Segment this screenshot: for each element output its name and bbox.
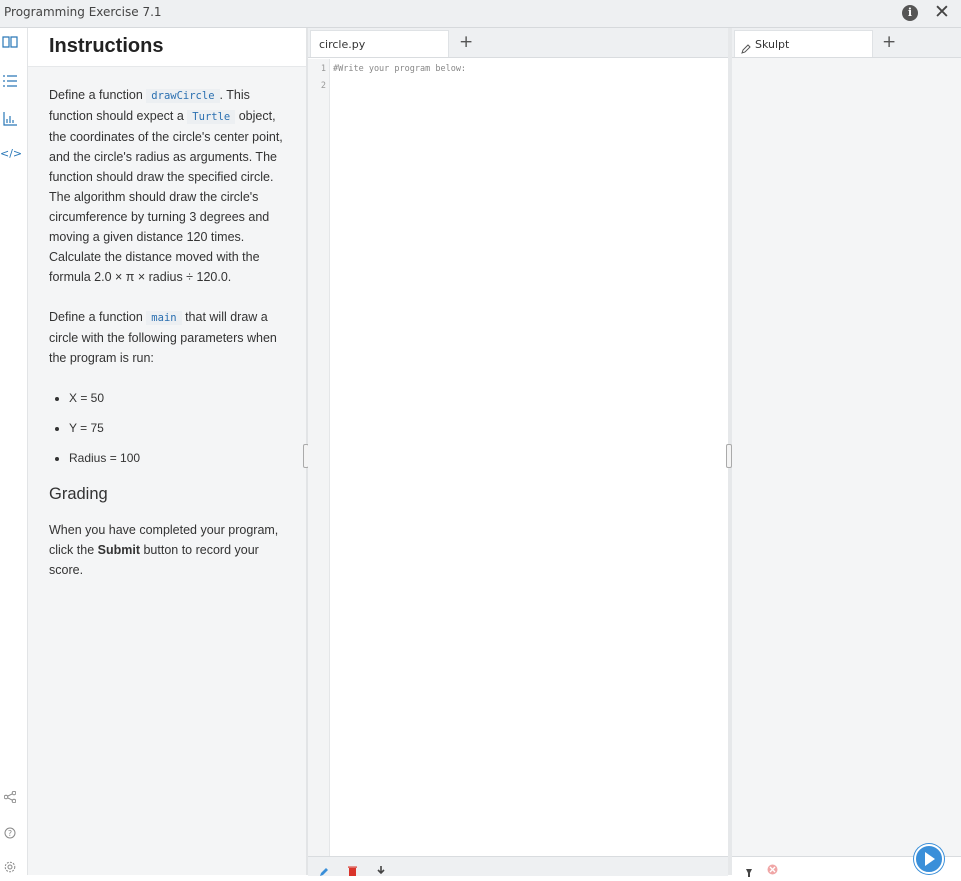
line-number: 1	[320, 64, 326, 74]
list-item: Radius = 100	[69, 448, 294, 468]
chart-icon[interactable]	[0, 112, 20, 129]
book-icon[interactable]	[0, 36, 20, 51]
pin-icon[interactable]	[745, 862, 753, 881]
editor-toolbar	[308, 856, 728, 876]
text: Define a function	[49, 88, 147, 102]
code-span: Turtle	[187, 110, 236, 124]
title-bar: Programming Exercise 7.1 i ✕	[0, 0, 961, 28]
editor-panel: circle.py + 1 2 #Write your program belo…	[308, 28, 728, 876]
tab-circle-py[interactable]: circle.py	[310, 30, 449, 57]
code-span: main	[146, 311, 182, 325]
run-button[interactable]	[913, 843, 945, 875]
download-icon[interactable]	[377, 861, 385, 880]
instructions-panel: Instructions Define a function drawCircl…	[28, 28, 306, 875]
submit-label: Submit	[97, 543, 140, 557]
code-editor[interactable]: #Write your program below:	[333, 64, 466, 74]
svg-text:?: ?	[8, 829, 12, 838]
pencil-icon	[741, 39, 751, 58]
code-span: drawCircle	[146, 89, 220, 103]
left-sidebar: </> ?	[0, 28, 28, 875]
instructions-paragraph: Define a function main that will draw a …	[49, 307, 294, 368]
window-title: Programming Exercise 7.1	[4, 5, 162, 19]
editor-tabbar: circle.py +	[308, 28, 728, 58]
share-icon[interactable]	[0, 790, 20, 806]
output-tabbar: Skulpt +	[732, 28, 961, 58]
line-number: 2	[320, 81, 326, 91]
list-icon[interactable]	[0, 74, 20, 91]
grading-paragraph: When you have completed your program, cl…	[49, 520, 294, 580]
add-tab-icon[interactable]: +	[882, 32, 896, 52]
list-item: Y = 75	[69, 418, 294, 438]
line-gutter: 1 2	[308, 59, 330, 856]
tab-label: circle.py	[319, 38, 366, 51]
info-icon[interactable]: i	[902, 5, 918, 21]
clear-icon[interactable]	[767, 860, 778, 879]
text: object, the coordinates of the circle's …	[49, 109, 283, 284]
add-tab-icon[interactable]: +	[459, 32, 473, 52]
code-icon[interactable]: </>	[0, 147, 22, 160]
list-item: X = 50	[69, 388, 294, 408]
settings-icon[interactable]	[0, 861, 20, 876]
instructions-header: Instructions	[28, 28, 306, 67]
play-icon	[914, 844, 944, 874]
instructions-paragraph: Define a function drawCircle. This funct…	[49, 85, 294, 287]
output-panel: Skulpt +	[732, 28, 961, 877]
parameter-list: X = 50 Y = 75 Radius = 100	[49, 388, 294, 468]
trash-icon[interactable]	[348, 861, 357, 880]
tab-skulpt[interactable]: Skulpt	[734, 30, 873, 57]
code-line: #Write your program below:	[333, 64, 467, 74]
output-canvas	[732, 59, 961, 856]
help-icon[interactable]: ?	[0, 827, 20, 842]
instructions-body: Define a function drawCircle. This funct…	[49, 85, 294, 600]
close-icon[interactable]: ✕	[934, 1, 950, 23]
tab-label: Skulpt	[755, 38, 790, 51]
pencil-icon[interactable]	[319, 862, 328, 881]
grading-heading: Grading	[49, 485, 108, 503]
instructions-title: Instructions	[49, 35, 164, 57]
text: Define a function	[49, 310, 147, 324]
